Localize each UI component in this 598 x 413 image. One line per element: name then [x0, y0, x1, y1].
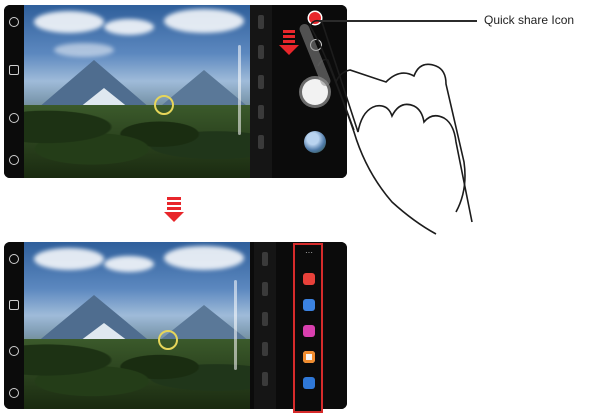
mode-icon[interactable]: [9, 346, 19, 356]
camera-viewfinder[interactable]: [24, 242, 250, 409]
mode-strip: [254, 242, 276, 409]
quick-share-panel: ···: [293, 243, 323, 413]
timer-icon[interactable]: [9, 254, 19, 264]
focus-ring: [158, 330, 178, 350]
pink-app-icon[interactable]: [303, 325, 315, 337]
hand-illustration: [299, 19, 473, 235]
red-app-icon[interactable]: [303, 273, 315, 285]
more-dots-icon[interactable]: ···: [303, 249, 315, 257]
flash-icon[interactable]: [9, 65, 19, 75]
quick-share-callout-label: Quick share Icon: [484, 13, 575, 27]
flash-icon[interactable]: [9, 300, 19, 310]
zoom-bar[interactable]: [234, 280, 237, 370]
settings-icon[interactable]: [9, 388, 19, 398]
focus-ring: [154, 95, 174, 115]
transition-arrow: [164, 197, 184, 222]
timer-icon[interactable]: [9, 17, 19, 27]
camera-viewfinder[interactable]: [24, 5, 250, 178]
left-toolbar: [4, 242, 24, 409]
zoom-bar[interactable]: [238, 45, 241, 135]
blue-app-icon[interactable]: [303, 299, 315, 311]
blue-chat-app-icon[interactable]: [303, 377, 315, 389]
orange-app-icon[interactable]: [303, 351, 315, 363]
mode-icon[interactable]: [9, 113, 19, 123]
left-toolbar: [4, 5, 24, 178]
callout-line: [319, 20, 477, 22]
settings-icon[interactable]: [9, 155, 19, 165]
mode-strip: [250, 5, 272, 178]
